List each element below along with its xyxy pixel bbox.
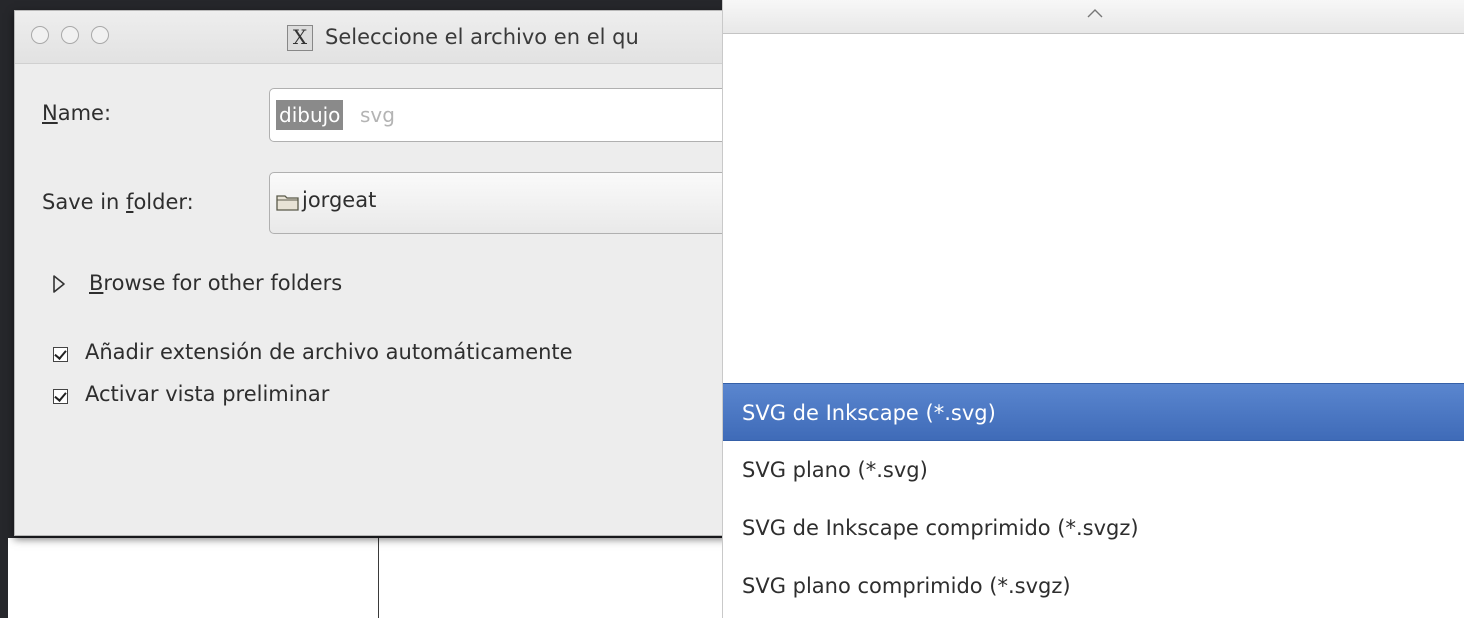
- filetype-dropdown-menu: SVG de Inkscape (*.svg) SVG plano (*.svg…: [722, 0, 1464, 618]
- name-label-text: ame:: [57, 101, 112, 125]
- browse-folders-expander[interactable]: Browse for other folders: [89, 271, 342, 295]
- folder-icon: [276, 195, 299, 211]
- auto-extension-checkbox[interactable]: [53, 347, 68, 362]
- expander-arrow-icon[interactable]: [51, 274, 67, 294]
- auto-extension-label[interactable]: Añadir extensión de archivo automáticame…: [85, 340, 573, 364]
- name-label-mnemonic: N: [42, 101, 58, 125]
- maximize-window-button[interactable]: [91, 26, 109, 44]
- title-bar[interactable]: X Seleccione el archivo en el qu: [15, 11, 735, 64]
- filename-selected-text: dibujo: [276, 100, 344, 130]
- filename-input[interactable]: dibujo svg: [269, 88, 735, 142]
- x-window-icon: X: [287, 25, 313, 51]
- menu-item-svgz-plain[interactable]: SVG plano comprimido (*.svgz): [723, 557, 1464, 615]
- folder-value: jorgeat: [302, 188, 377, 212]
- menu-item-svg-plain[interactable]: SVG plano (*.svg): [723, 441, 1464, 499]
- save-folder-combo[interactable]: jorgeat: [269, 172, 735, 234]
- browse-label: rowse for other folders: [103, 271, 343, 295]
- folder-label-prefix: Save in: [42, 190, 127, 214]
- folder-label-suffix: older:: [133, 190, 194, 214]
- menu-scroll-up-button[interactable]: [723, 0, 1464, 34]
- dialog-title: Seleccione el archivo en el qu: [325, 25, 639, 49]
- close-window-button[interactable]: [31, 26, 49, 44]
- menu-item-svgz-inkscape[interactable]: SVG de Inkscape comprimido (*.svgz): [723, 499, 1464, 557]
- preview-checkbox[interactable]: [53, 389, 68, 404]
- browse-mnemonic: B: [89, 271, 104, 295]
- filename-extension-text: svg: [360, 103, 395, 127]
- menu-item-svg-inkscape[interactable]: SVG de Inkscape (*.svg): [723, 383, 1464, 441]
- save-dialog: X Seleccione el archivo en el qu Name: d…: [14, 10, 736, 536]
- preview-label[interactable]: Activar vista preliminar: [85, 382, 329, 406]
- background-divider: [378, 538, 379, 618]
- background-window: [8, 538, 728, 618]
- minimize-window-button[interactable]: [61, 26, 79, 44]
- chevron-up-icon: [1087, 9, 1103, 18]
- name-label: Name:: [42, 101, 111, 125]
- save-in-folder-label: Save in folder:: [42, 190, 194, 214]
